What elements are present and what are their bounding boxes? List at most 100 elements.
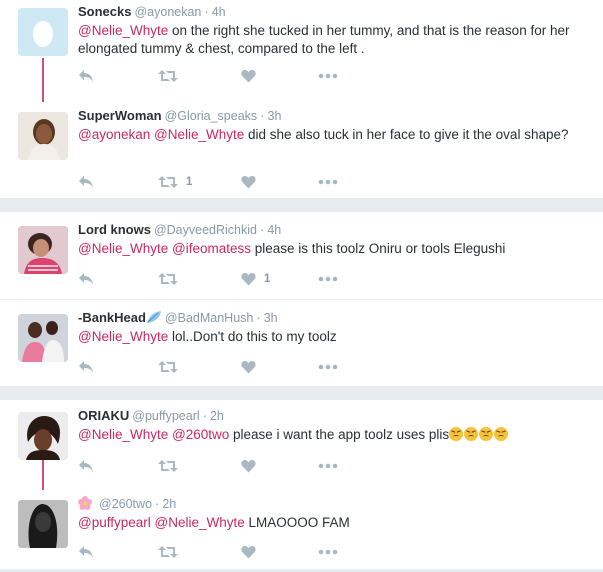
avatar[interactable] [18,8,68,56]
tweet-text-segment: please is this toolz Oniru or tools Eleg… [251,241,506,256]
tired-face-emoji-icon [479,427,494,441]
more-button[interactable] [318,68,338,84]
retweet-icon [158,545,178,559]
avatar[interactable] [18,226,68,274]
tired-face-emoji-icon [464,427,479,441]
heart-icon [241,545,256,559]
more-button[interactable] [318,359,338,375]
reply-icon [78,69,94,83]
display-name[interactable]: ORIAKU [78,408,129,423]
avatar[interactable] [18,500,68,548]
tweet-text-segment: did she also tuck in her face to give it… [244,127,569,142]
reply-icon [78,545,94,559]
mention-link[interactable]: @Nelie_Whyte [154,127,244,142]
display-name[interactable]: -BankHead [78,310,146,325]
heart-icon [241,360,256,374]
username[interactable]: @BadManHush [165,311,253,325]
tweet-text: @Nelie_Whyte on the right she tucked in … [78,22,588,58]
reply-button[interactable] [78,544,94,560]
mention-link[interactable]: @ayonekan [78,127,150,142]
timestamp[interactable]: 4h [212,5,226,19]
timestamp[interactable]: 4h [267,223,281,237]
more-icon [318,364,338,370]
more-icon [318,463,338,469]
retweet-button[interactable] [158,68,186,84]
tweet[interactable]: @260two · 2h @puffypearl @Nelie_Whyte LMAO… [0,492,603,572]
like-button[interactable] [241,68,264,84]
like-button[interactable] [241,359,264,375]
heart-icon [241,459,256,473]
timestamp[interactable]: 3h [264,311,278,325]
mention-link[interactable]: @Nelie_Whyte [78,23,168,38]
tweet-text-segment: please i want the app toolz uses plis [229,427,450,442]
avatar[interactable] [18,412,68,460]
conversation-separator [0,198,603,212]
retweet-button[interactable] [158,359,186,375]
reply-button[interactable] [78,359,94,375]
more-button[interactable] [318,544,338,560]
tweet-text: @Nelie_Whyte @ifeomatess please is this … [78,240,588,258]
tweet-header: Sonecks @ayonekan · 4h [78,4,226,20]
tweet[interactable]: SuperWoman @Gloria_speaks · 3h @ayonekan @N… [0,104,603,194]
mention-link[interactable]: @Nelie_Whyte [78,329,168,344]
more-button[interactable] [318,271,338,287]
retweet-button[interactable] [158,271,186,287]
mention-link[interactable]: @Nelie_Whyte [78,427,168,442]
like-button[interactable] [241,458,264,474]
reply-icon [78,175,94,189]
tweet[interactable]: ORIAKU @puffypearl · 2h @Nelie_Whyte @260tw… [0,404,603,494]
tweet-header: SuperWoman @Gloria_speaks · 3h [78,108,281,124]
username[interactable]: @260two [99,497,152,511]
retweet-icon [158,69,178,83]
display-name[interactable]: Lord knows [78,222,151,237]
retweet-count: 1 [186,176,193,188]
separator: · [256,310,261,325]
tweet[interactable]: Sonecks @ayonekan · 4h @Nelie_Whyte on the … [0,0,603,90]
leaf-emoji-icon [146,310,162,328]
tweet-text: @Nelie_Whyte @260two please i want the a… [78,426,588,444]
tweet[interactable]: -BankHead @BadManHush · 3h @Nelie_Whyte lol… [0,306,603,396]
timestamp[interactable]: 3h [268,109,282,123]
tweet[interactable]: Lord knows @DayveedRichkid · 4h @Nelie_Whyt… [0,218,603,308]
display-name[interactable]: SuperWoman [78,108,162,123]
retweet-icon [158,459,178,473]
reply-button[interactable] [78,458,94,474]
retweet-button[interactable]: 1 [158,174,192,190]
avatar[interactable] [18,314,68,362]
mention-link[interactable]: @Nelie_Whyte [78,241,168,256]
timestamp[interactable]: 2h [162,497,176,511]
like-button[interactable] [241,544,264,560]
tweet-text-segment: lol..Don't do this to my toolz [168,329,337,344]
timestamp[interactable]: 2h [210,409,224,423]
reply-button[interactable] [78,174,94,190]
username[interactable]: @puffypearl [132,409,199,423]
cherry-blossom-icon [78,496,92,514]
mention-link[interactable]: @puffypearl [78,515,151,530]
separator: · [259,222,265,237]
like-button[interactable]: 1 [241,271,270,287]
tired-face-emoji-icon [449,427,464,441]
username[interactable]: @ayonekan [134,5,201,19]
retweet-button[interactable] [158,458,186,474]
username[interactable]: @Gloria_speaks [165,109,258,123]
reply-icon [78,272,94,286]
more-button[interactable] [318,458,338,474]
username[interactable]: @DayveedRichkid [154,223,257,237]
display-name[interactable]: Sonecks [78,4,131,19]
avatar[interactable] [18,112,68,160]
heart-icon [241,272,256,286]
reply-button[interactable] [78,271,94,287]
more-icon [318,276,338,282]
separator: · [260,108,265,123]
reply-button[interactable] [78,68,94,84]
separator: · [202,408,207,423]
more-button[interactable] [318,174,338,190]
mention-link[interactable]: @Nelie_Whyte [155,515,245,530]
like-button[interactable] [241,174,264,190]
more-icon [318,179,338,185]
heart-icon [241,69,256,83]
reply-icon [78,360,94,374]
retweet-button[interactable] [158,544,186,560]
mention-link[interactable]: @ifeomatess [172,241,251,256]
mention-link[interactable]: @260two [172,427,229,442]
